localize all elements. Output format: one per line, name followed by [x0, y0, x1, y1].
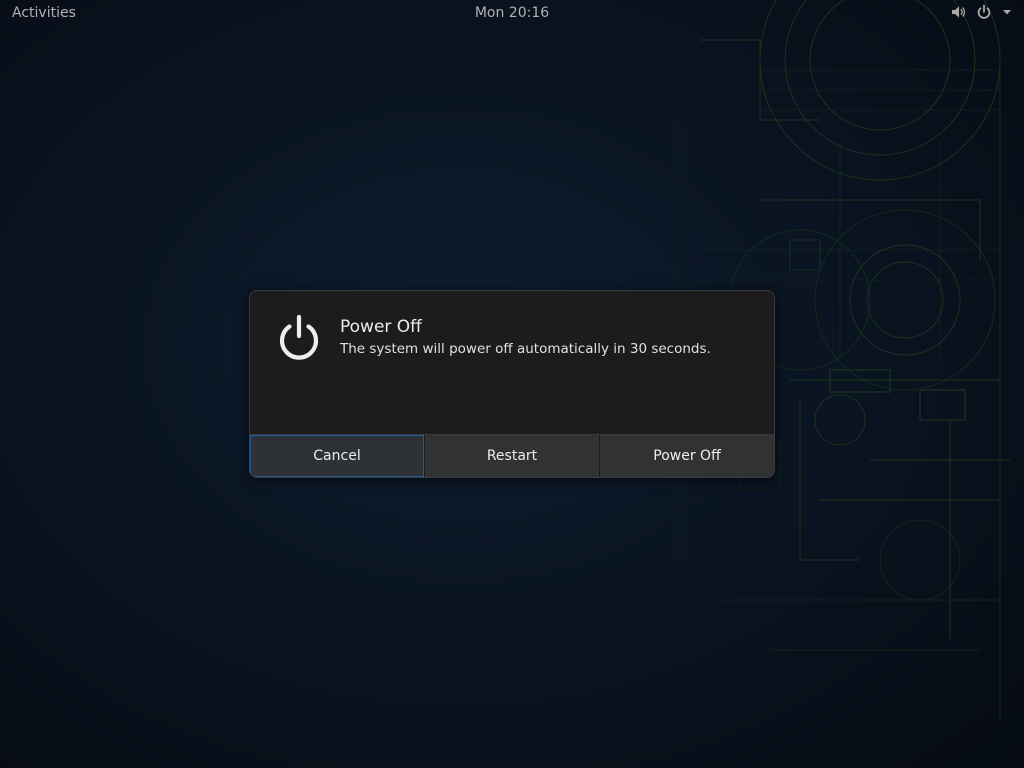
dialog-button-row: Cancel Restart Power Off	[250, 434, 774, 477]
power-icon	[976, 4, 992, 20]
power-icon	[276, 314, 322, 362]
clock-container: Mon 20:16	[0, 5, 1024, 21]
restart-button[interactable]: Restart	[425, 435, 600, 477]
clock-button[interactable]: Mon 20:16	[475, 5, 549, 21]
dialog-title: Power Off	[340, 317, 422, 337]
dialog-message: The system will power off automatically …	[340, 341, 711, 357]
cancel-button[interactable]: Cancel	[250, 435, 425, 477]
top-bar: Activities Mon 20:16	[0, 0, 1024, 27]
dropdown-arrow-icon	[1002, 7, 1012, 17]
system-status-menu[interactable]	[950, 4, 1012, 20]
activities-button[interactable]: Activities	[12, 5, 76, 21]
speaker-icon	[950, 4, 966, 20]
power-off-button[interactable]: Power Off	[600, 435, 774, 477]
power-off-dialog: Power Off The system will power off auto…	[249, 290, 775, 478]
